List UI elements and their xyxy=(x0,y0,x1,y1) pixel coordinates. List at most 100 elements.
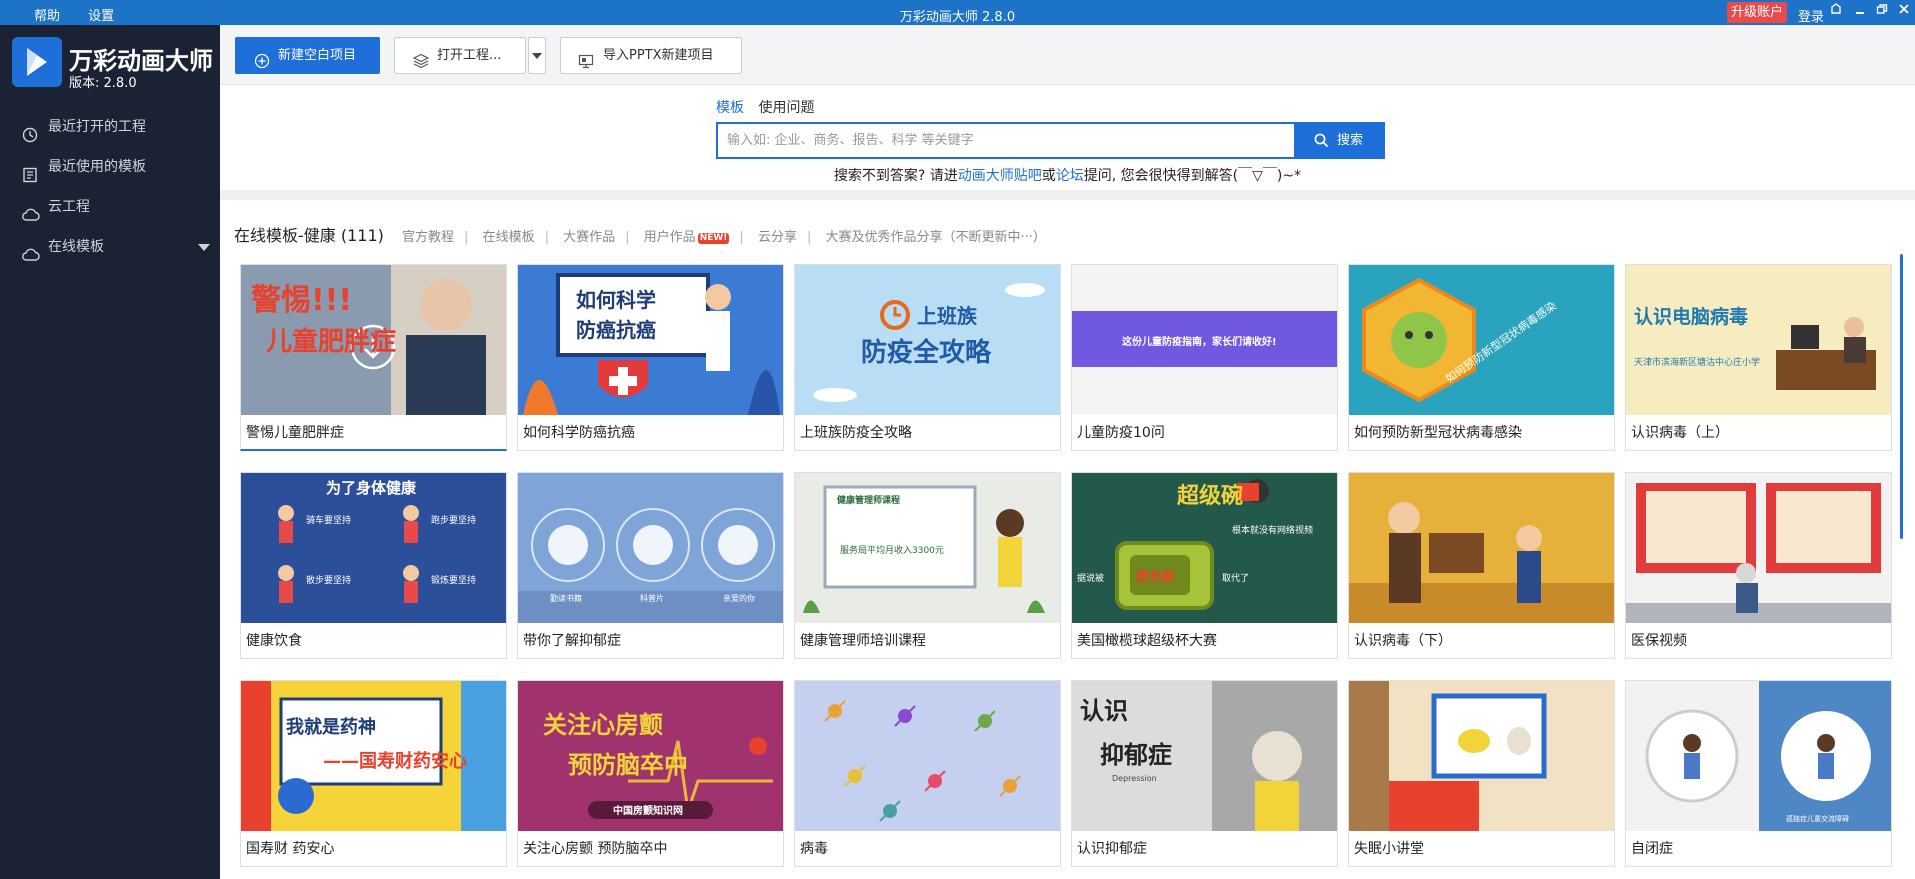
sidebar: 万彩动画大师 版本: 2.8.0 最近打开的工程 最近使用的模板 云工程 在线模… xyxy=(0,25,220,879)
template-card[interactable]: 认识 抑郁症 Depression 认识抑郁症 xyxy=(1071,680,1338,867)
template-thumbnail[interactable]: 超级碗 根本就没有网络视频 肥皂剧 据说被 取代了 xyxy=(1072,473,1337,623)
login-link[interactable]: 登录 xyxy=(1798,6,1824,25)
forum-bar-link[interactable]: 动画大师贴吧 xyxy=(958,168,1042,184)
template-caption: 警惕儿童肥胖症 xyxy=(246,425,344,441)
tab-templates[interactable]: 模板 xyxy=(716,100,744,116)
open-project-button[interactable]: 打开工程... xyxy=(394,37,526,74)
help-suffix: 提问, 您会很快得到解答(￣▽￣)~* xyxy=(1083,168,1302,184)
template-thumbnail[interactable]: 如何预防新型冠状病毒感染 xyxy=(1349,265,1614,415)
template-section-header: 在线模板-健康 (111) 官方教程 | 在线模板 | 大赛作品 | 用户作品 NEW!… xyxy=(234,222,1046,246)
sidebar-item-cloud-projects[interactable]: 云工程 xyxy=(0,187,220,227)
template-thumbnail[interactable] xyxy=(1626,473,1891,623)
thumbnail-art: 这份儿童防疫指南，家长们请收好! xyxy=(1072,265,1337,415)
cloud-icon xyxy=(22,239,40,261)
template-thumbnail[interactable]: 上班族 防疫全攻略 xyxy=(795,265,1060,415)
template-card[interactable]: 失眠小讲堂 xyxy=(1348,680,1615,867)
search-tabs: 模板 使用问题 xyxy=(716,97,814,117)
template-thumbnail[interactable]: 为了身体健康 骑车要坚持 跑步要坚持 散步要坚持 锻炼要坚持 xyxy=(241,473,506,623)
template-thumbnail[interactable]: 健康管理师课程 服务局平均月收入3300元 xyxy=(795,473,1060,623)
template-icon xyxy=(22,159,38,183)
upgrade-account-button[interactable]: 升级账户 xyxy=(1727,2,1788,23)
tab-usage-questions[interactable]: 使用问题 xyxy=(758,100,814,116)
close-icon[interactable] xyxy=(1894,2,1914,22)
template-thumbnail[interactable]: 警惕!!! 儿童肥胖症 xyxy=(241,265,506,415)
search-icon xyxy=(1314,133,1329,148)
skin-icon[interactable] xyxy=(1826,2,1846,22)
template-card[interactable]: 健康管理师课程 服务局平均月收入3300元 健康管理师培训课程 xyxy=(794,472,1061,659)
template-caption: 医保视频 xyxy=(1631,633,1687,649)
sidebar-item-label: 云工程 xyxy=(48,199,90,215)
thumbnail-art: 如何科学防癌抗癌 xyxy=(518,265,783,415)
thumbnail-text: 我就是药神 xyxy=(286,716,376,738)
thumbnail-art xyxy=(1349,473,1614,623)
nav-contest-works[interactable]: 大赛作品 xyxy=(563,230,615,245)
new-blank-project-button[interactable]: 新建空白项目 xyxy=(235,37,380,74)
nav-online-templates[interactable]: 在线模板 xyxy=(483,230,535,245)
nav-user-works[interactable]: 用户作品 xyxy=(644,230,696,245)
layers-icon xyxy=(412,48,430,69)
template-card[interactable]: 这份儿童防疫指南，家长们请收好! 儿童防疫10问 xyxy=(1071,264,1338,451)
template-card[interactable]: 我就是药神 ——国寿财药安心 国寿财 药安心 xyxy=(240,680,507,867)
menu-settings[interactable]: 设置 xyxy=(88,9,114,24)
nav-official-tutorials[interactable]: 官方教程 xyxy=(402,230,454,245)
template-card[interactable]: 孤独症儿童交流障碍 自闭症 xyxy=(1625,680,1892,867)
thumbnail-text: 跑步要坚持 xyxy=(431,514,476,526)
template-thumbnail[interactable]: 认识 抑郁症 Depression xyxy=(1072,681,1337,831)
nav-contest-share[interactable]: 大赛及优秀作品分享（不断更新中···） xyxy=(825,230,1045,245)
template-thumbnail[interactable]: 认识电脑病毒 天津市滨海新区塘沽中心庄小学 xyxy=(1626,265,1891,415)
template-caption: 关注心房颤 预防脑卒中 xyxy=(523,841,668,857)
nav-cloud-share[interactable]: 云分享 xyxy=(758,230,797,245)
search-button[interactable]: 搜索 xyxy=(1295,122,1385,159)
template-thumbnail[interactable] xyxy=(795,681,1060,831)
template-card[interactable]: 如何科学 防癌抗癌 如何科学防癌抗癌 xyxy=(517,264,784,451)
restore-icon[interactable] xyxy=(1872,2,1892,22)
scrollbar-thumb[interactable] xyxy=(1900,254,1903,539)
template-thumbnail[interactable]: 我就是药神 ——国寿财药安心 xyxy=(241,681,506,831)
template-card[interactable]: 上班族 防疫全攻略 上班族防疫全攻略 xyxy=(794,264,1061,451)
template-card[interactable]: 勤读书籍 科普片 亲爱的你带你了解抑郁症 xyxy=(517,472,784,659)
template-card[interactable]: 认识病毒（下） xyxy=(1348,472,1615,659)
template-card[interactable]: 认识电脑病毒 天津市滨海新区塘沽中心庄小学 认识病毒（上） xyxy=(1625,264,1892,451)
thumbnail-text: 为了身体健康 xyxy=(326,479,417,497)
template-card[interactable]: 如何预防新型冠状病毒感染 如何预防新型冠状病毒感染 xyxy=(1348,264,1615,451)
template-card[interactable]: 警惕!!! 儿童肥胖症警惕儿童肥胖症 xyxy=(240,264,507,451)
template-thumbnail[interactable]: 关注心房颤 预防脑卒中 中国房颤知识网 xyxy=(518,681,783,831)
thumbnail-art xyxy=(1626,473,1891,623)
template-card[interactable]: 为了身体健康 骑车要坚持 跑步要坚持 散步要坚持 锻炼要坚持 健康饮食 xyxy=(240,472,507,659)
sidebar-item-recent-projects[interactable]: 最近打开的工程 xyxy=(0,107,220,147)
template-caption: 带你了解抑郁症 xyxy=(523,633,621,649)
import-pptx-button[interactable]: 导入PPTX新建项目 xyxy=(560,37,742,74)
template-thumbnail[interactable] xyxy=(1349,681,1614,831)
clock-icon xyxy=(22,119,38,143)
search-input[interactable] xyxy=(716,122,1296,159)
help-prefix: 搜索不到答案? 请进 xyxy=(833,168,958,184)
menu-help[interactable]: 帮助 xyxy=(34,9,60,24)
thumbnail-art: 认识抑郁症 Depression xyxy=(1072,681,1337,831)
template-card[interactable]: 医保视频 xyxy=(1625,472,1892,659)
template-thumbnail[interactable] xyxy=(1349,473,1614,623)
template-card[interactable]: 关注心房颤 预防脑卒中 中国房颤知识网关注心房颤 预防脑卒中 xyxy=(517,680,784,867)
nav-separator: | xyxy=(739,230,744,245)
template-card[interactable]: 超级碗 根本就没有网络视频 肥皂剧 据说被 取代了 美国橄榄球超级杯大赛 xyxy=(1071,472,1338,659)
toolbar: 新建空白项目 打开工程... 导入PPTX新建项目 xyxy=(220,25,1915,85)
template-card[interactable]: 病毒 xyxy=(794,680,1061,867)
template-caption: 失眠小讲堂 xyxy=(1354,841,1424,857)
chevron-down-icon[interactable] xyxy=(198,244,210,251)
template-caption: 认识病毒（下） xyxy=(1354,633,1452,649)
sidebar-item-online-templates[interactable]: 在线模板 xyxy=(0,227,220,267)
template-caption: 如何预防新型冠状病毒感染 xyxy=(1354,425,1522,441)
thumbnail-text: 散步要坚持 xyxy=(306,574,351,586)
template-thumbnail[interactable]: 如何科学 防癌抗癌 xyxy=(518,265,783,415)
open-project-dropdown[interactable] xyxy=(528,37,546,74)
plus-circle-icon xyxy=(254,48,270,69)
template-thumbnail[interactable]: 勤读书籍 科普片 亲爱的你 xyxy=(518,473,783,623)
thumbnail-text: 超级碗 xyxy=(1177,483,1243,509)
thumbnail-text: 天津市滨海新区塘沽中心庄小学 xyxy=(1634,356,1760,368)
template-thumbnail[interactable]: 这份儿童防疫指南，家长们请收好! xyxy=(1072,265,1337,415)
thumbnail-art: 认识电脑病毒天津市滨海新区塘沽中心庄小学 xyxy=(1626,265,1891,415)
window-title: 万彩动画大师 2.8.0 xyxy=(899,10,1016,25)
sidebar-item-recent-templates[interactable]: 最近使用的模板 xyxy=(0,147,220,187)
forum-link[interactable]: 论坛 xyxy=(1056,168,1084,184)
template-thumbnail[interactable]: 孤独症儿童交流障碍 xyxy=(1626,681,1891,831)
minimize-icon[interactable] xyxy=(1850,2,1870,22)
